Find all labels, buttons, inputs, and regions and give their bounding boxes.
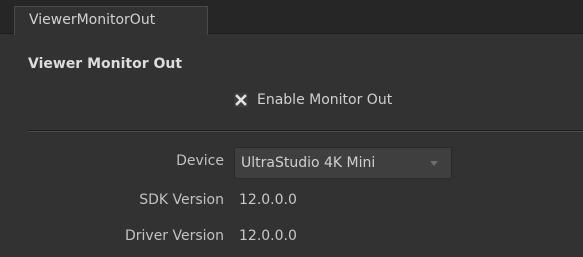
tab-strip: ViewerMonitorOut	[0, 0, 583, 35]
enable-monitor-out-checkbox[interactable]	[234, 93, 248, 107]
enable-monitor-out-label: Enable Monitor Out	[257, 92, 393, 108]
divider	[28, 130, 583, 132]
device-selected-value: UltraStudio 4K Mini	[241, 155, 376, 171]
sdk-version-value: 12.0.0.0	[239, 192, 297, 208]
properties-panel: ViewerMonitorOut Viewer Monitor Out Enab…	[0, 0, 583, 257]
device-label: Device	[176, 153, 224, 169]
device-dropdown[interactable]: UltraStudio 4K Mini	[234, 147, 452, 179]
enable-monitor-out-option[interactable]: Enable Monitor Out	[234, 90, 392, 110]
driver-version-label: Driver Version	[124, 228, 224, 244]
tab-viewermonitorout[interactable]: ViewerMonitorOut	[14, 6, 208, 35]
chevron-down-icon	[430, 161, 438, 166]
sdk-version-label: SDK Version	[139, 192, 224, 208]
x-check-icon	[235, 94, 247, 106]
section-title: Viewer Monitor Out	[28, 56, 183, 72]
driver-version-value: 12.0.0.0	[239, 228, 297, 244]
